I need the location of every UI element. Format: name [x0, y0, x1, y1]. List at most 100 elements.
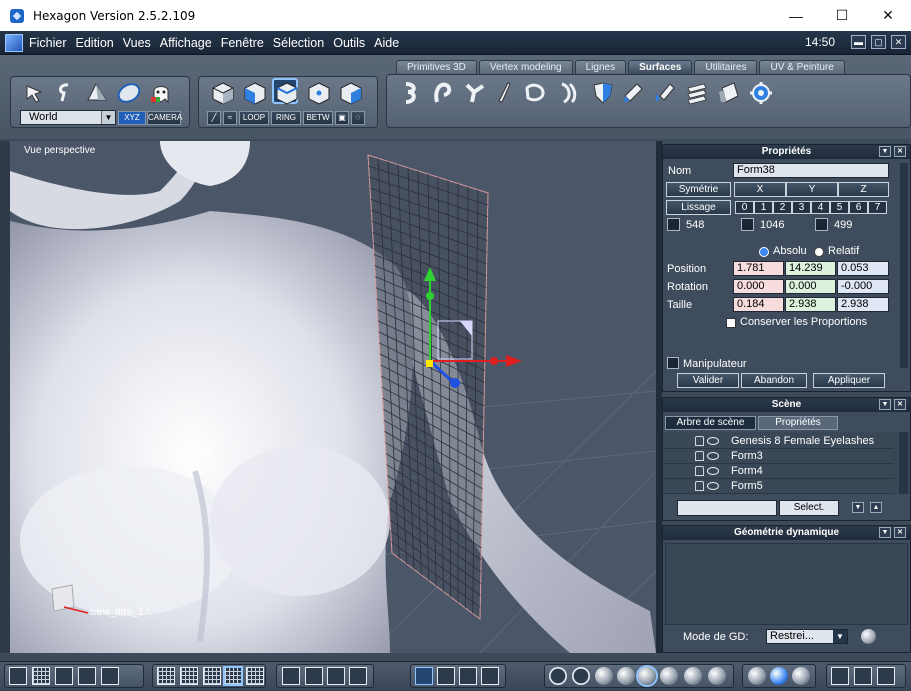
lissage-button[interactable]: Lissage	[666, 200, 731, 215]
lock-icon[interactable]	[695, 466, 704, 476]
grid-active-icon[interactable]	[224, 667, 242, 685]
hidden-line-sphere-icon[interactable]	[572, 667, 590, 685]
light-multi-icon[interactable]	[792, 667, 810, 685]
minimize-button[interactable]: —	[773, 0, 819, 31]
cube-vertex-icon[interactable]	[306, 80, 332, 106]
eye-icon[interactable]	[707, 437, 719, 445]
wireframe-sphere-icon[interactable]	[549, 667, 567, 685]
lissage-level-3[interactable]: 3	[792, 201, 811, 214]
render-cube-icon[interactable]	[831, 667, 849, 685]
split-horizontal-icon[interactable]	[55, 667, 73, 685]
light-icon[interactable]	[748, 667, 766, 685]
lissage-level-6[interactable]: 6	[849, 201, 868, 214]
tab-uv-peinture[interactable]: UV & Peinture	[759, 60, 845, 74]
inner-restore-icon[interactable]: ▢	[871, 35, 886, 49]
taille-z-field[interactable]: 2.938	[837, 297, 889, 312]
lissage-level-2[interactable]: 2	[773, 201, 792, 214]
lock-icon[interactable]	[695, 451, 704, 461]
left-collapse-strip[interactable]	[0, 141, 10, 653]
shadow-sphere-icon[interactable]	[684, 667, 702, 685]
lissage-level-5[interactable]: 5	[830, 201, 849, 214]
symetrie-button[interactable]: Symétrie	[666, 182, 731, 197]
tab-scene-proprietes[interactable]: Propriétés	[758, 416, 838, 430]
grow-select-icon[interactable]: ▣	[335, 111, 349, 125]
lasso-select-icon[interactable]	[52, 80, 78, 106]
close-button[interactable]: ✕	[865, 0, 911, 31]
abandon-button[interactable]: Abandon	[741, 373, 807, 388]
list-item[interactable]: Form3	[663, 449, 894, 464]
menu-aide[interactable]: Aide	[374, 36, 399, 50]
position-z-field[interactable]: 0.053	[837, 261, 889, 276]
lock-icon[interactable]	[695, 436, 704, 446]
shrink-select-icon[interactable]: ◌	[351, 111, 365, 125]
smooth-lines-sphere-icon[interactable]	[638, 667, 656, 685]
fill-surface-icon[interactable]	[620, 80, 646, 106]
revolve-surface-icon[interactable]	[398, 80, 424, 106]
sweep-surface-icon[interactable]	[430, 80, 456, 106]
menu-selection[interactable]: Sélection	[273, 36, 324, 50]
universal-manipulator-icon[interactable]	[481, 667, 499, 685]
maximize-button[interactable]: ☐	[819, 0, 865, 31]
scene-filter-input[interactable]	[677, 500, 777, 516]
valider-button[interactable]: Valider	[677, 373, 739, 388]
sphere-select-icon[interactable]	[116, 80, 142, 106]
cube-object-icon[interactable]	[210, 80, 236, 106]
four-view-icon[interactable]	[32, 667, 50, 685]
rotation-x-field[interactable]: 0.000	[733, 279, 784, 294]
lissage-level-4[interactable]: 4	[811, 201, 830, 214]
menu-edition[interactable]: Edition	[76, 36, 114, 50]
lissage-level-7[interactable]: 7	[868, 201, 887, 214]
render-sphere-icon[interactable]	[708, 667, 726, 685]
inner-close-icon[interactable]: ✕	[891, 35, 906, 49]
pyramid-select-icon[interactable]	[84, 80, 110, 106]
patch-surface-icon[interactable]	[652, 80, 678, 106]
collapse-icon[interactable]: ▼	[879, 527, 891, 538]
position-y-field[interactable]: 14.239	[785, 261, 836, 276]
magic-select-icon[interactable]: ≈	[223, 111, 237, 125]
camera-button[interactable]: CAMERA	[147, 111, 182, 125]
arrow-down-icon[interactable]: ▼	[852, 502, 864, 513]
taille-x-field[interactable]: 0.184	[733, 297, 784, 312]
brush-select-icon[interactable]: ╱	[207, 111, 221, 125]
menu-affichage[interactable]: Affichage	[160, 36, 212, 50]
sphere-preview-icon[interactable]	[861, 629, 876, 644]
xyz-button[interactable]: XYZ	[118, 111, 146, 125]
properties-scrollbar[interactable]	[900, 163, 908, 368]
grid-color-icon[interactable]	[180, 667, 198, 685]
list-item[interactable]: Genesis 8 Female Eyelashes	[663, 434, 894, 449]
list-item[interactable]: Form4	[663, 464, 894, 479]
position-x-field[interactable]: 1.781	[733, 261, 784, 276]
pan-icon[interactable]	[305, 667, 323, 685]
grid-snap-icon[interactable]	[246, 667, 264, 685]
coord-space-select[interactable]: World ▼	[20, 110, 116, 125]
rotation-z-field[interactable]: -0.000	[837, 279, 889, 294]
taille-y-field[interactable]: 2.938	[785, 297, 836, 312]
lock-icon[interactable]	[695, 481, 704, 491]
relatif-radio[interactable]	[814, 247, 824, 257]
eye-icon[interactable]	[707, 467, 719, 475]
tab-lignes[interactable]: Lignes	[574, 60, 627, 74]
sym-z-button[interactable]: Z	[838, 182, 889, 197]
select-arrow-icon[interactable]	[22, 80, 48, 106]
scale-manipulator-icon[interactable]	[459, 667, 477, 685]
grid-icon[interactable]	[157, 667, 175, 685]
sym-x-button[interactable]: X	[734, 182, 786, 197]
rotate-manipulator-icon[interactable]	[437, 667, 455, 685]
cube-face-icon[interactable]	[242, 80, 268, 106]
lissage-level-1[interactable]: 1	[754, 201, 773, 214]
tab-surfaces[interactable]: Surfaces	[628, 60, 693, 74]
collapse-icon[interactable]: ▼	[879, 399, 891, 410]
offset-surface-icon[interactable]	[684, 80, 710, 106]
split-vertical-icon[interactable]	[78, 667, 96, 685]
rotation-y-field[interactable]: 0.000	[785, 279, 836, 294]
loop-button[interactable]: LOOP	[239, 111, 269, 125]
tab-primitives-3d[interactable]: Primitives 3D	[396, 60, 477, 74]
eye-icon[interactable]	[707, 452, 719, 460]
absolu-radio[interactable]	[759, 247, 769, 257]
cube-auto-icon[interactable]	[338, 80, 364, 106]
lissage-level-0[interactable]: 0	[735, 201, 754, 214]
tab-utilitaires[interactable]: Utilitaires	[694, 60, 758, 74]
flat-sphere-icon[interactable]	[595, 667, 613, 685]
skin-surface-icon[interactable]	[522, 80, 548, 106]
conserver-checkbox[interactable]	[726, 318, 736, 328]
